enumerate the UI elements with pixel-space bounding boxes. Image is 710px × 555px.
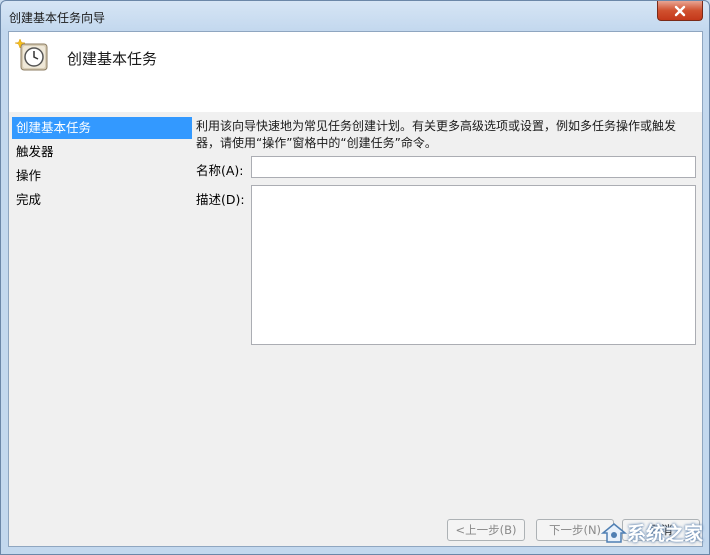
nav-item-finish[interactable]: 完成 bbox=[12, 189, 192, 211]
description-label: 描述(D): bbox=[196, 192, 245, 207]
window-title: 创建基本任务向导 bbox=[9, 11, 106, 25]
nav-item-trigger[interactable]: 触发器 bbox=[12, 141, 192, 163]
close-button[interactable] bbox=[657, 1, 703, 21]
intro-text: 利用该向导快速地为常见任务创建计划。有关更多高级选项或设置，例如多任务操作或触发… bbox=[196, 119, 677, 150]
name-input[interactable] bbox=[251, 156, 696, 178]
watermark-logo: 系统之家 bbox=[600, 519, 703, 546]
page-title: 创建基本任务 bbox=[67, 50, 158, 68]
wizard-header: 创建基本任务 bbox=[9, 32, 702, 112]
title-bar[interactable]: 创建基本任务向导 bbox=[1, 1, 709, 31]
nav-item-action[interactable]: 操作 bbox=[12, 165, 192, 187]
description-input[interactable] bbox=[251, 185, 696, 345]
nav-item-create-basic-task[interactable]: 创建基本任务 bbox=[12, 117, 192, 139]
wizard-client-area: 创建基本任务 创建基本任务 触发器 操作 完成 利用该向导快速地为常见任务创建计… bbox=[8, 31, 703, 547]
wizard-content: 利用该向导快速地为常见任务创建计划。有关更多高级选项或设置，例如多任务操作或触发… bbox=[196, 118, 696, 152]
task-clock-icon bbox=[15, 38, 48, 71]
watermark-text: 系统之家 bbox=[626, 523, 703, 545]
wizard-step-list: 创建基本任务 触发器 操作 完成 bbox=[12, 117, 192, 213]
close-icon bbox=[674, 5, 686, 16]
back-button[interactable]: <上一步(B) bbox=[447, 519, 525, 541]
wizard-window: 创建基本任务向导 创建基本任务 创建基本任务 触发器 操作 完成 利用该向导快速… bbox=[0, 0, 710, 555]
name-label: 名称(A): bbox=[196, 163, 244, 178]
house-logo-icon bbox=[600, 522, 627, 543]
